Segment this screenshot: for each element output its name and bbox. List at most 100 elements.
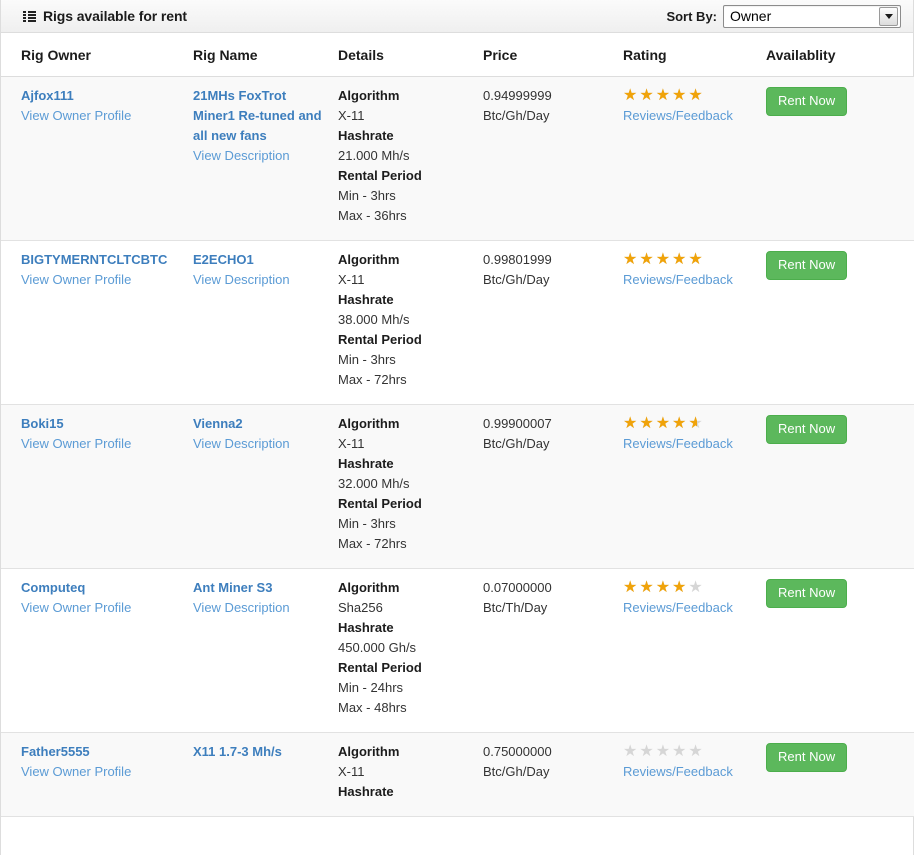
panel-title-group: Rigs available for rent — [23, 8, 187, 24]
detail-label-hashrate: Hashrate — [338, 620, 394, 635]
view-description-link[interactable]: View Description — [193, 146, 330, 166]
cell-availablity: Rent Now — [766, 732, 914, 817]
rating-stars: ★★★★★★★★★★ — [623, 88, 705, 104]
detail-value-rental-max: Max - 36hrs — [338, 208, 407, 223]
reviews-feedback-link[interactable]: Reviews/Feedback — [623, 271, 758, 289]
cell-rating: ★★★★★★★★★★ Reviews/Feedback — [623, 732, 766, 817]
star-filled-icon: ★★★★★ — [623, 88, 705, 104]
chevron-down-icon[interactable] — [879, 6, 898, 26]
rig-name-link[interactable]: X11 1.7-3 Mh/s — [193, 742, 330, 762]
owner-name-link[interactable]: Computeq — [21, 578, 185, 598]
rigs-table: Rig Owner Rig Name Details Price Rating … — [1, 33, 914, 817]
owner-name-link[interactable]: BIGTYMERNTCLTCBTC — [21, 250, 185, 270]
cell-rig-name: Ant Miner S3 View Description — [193, 568, 338, 733]
detail-value-hashrate: 32.000 Mh/s — [338, 476, 410, 491]
cell-availablity: Rent Now — [766, 568, 914, 733]
star-filled-icon: ★★★★★ — [623, 252, 705, 268]
reviews-feedback-link[interactable]: Reviews/Feedback — [623, 599, 758, 617]
view-description-link[interactable]: View Description — [193, 434, 330, 454]
detail-value-rental-min: Min - 3hrs — [338, 516, 396, 531]
cell-price: 0.07000000 Btc/Th/Day — [483, 568, 623, 733]
view-owner-profile-link[interactable]: View Owner Profile — [21, 434, 185, 454]
column-header-rating: Rating — [623, 33, 766, 77]
cell-rig-name: 21MHs FoxTrot Miner1 Re-tuned and all ne… — [193, 76, 338, 241]
table-header-row: Rig Owner Rig Name Details Price Rating … — [1, 33, 914, 77]
view-description-link[interactable]: View Description — [193, 598, 330, 618]
rig-name-link[interactable]: Ant Miner S3 — [193, 578, 330, 598]
sort-by-select[interactable]: Owner — [723, 4, 901, 28]
rent-now-button[interactable]: Rent Now — [766, 743, 848, 772]
sort-by-label: Sort By: — [666, 8, 717, 24]
view-owner-profile-link[interactable]: View Owner Profile — [21, 106, 185, 126]
cell-rating: ★★★★★★★★★★ Reviews/Feedback — [623, 404, 766, 569]
view-description-link[interactable]: View Description — [193, 270, 330, 290]
detail-value-algorithm: Sha256 — [338, 600, 383, 615]
reviews-feedback-link[interactable]: Reviews/Feedback — [623, 435, 758, 453]
reviews-feedback-link[interactable]: Reviews/Feedback — [623, 107, 758, 125]
cell-details: Algorithm X-11 Hashrate 21.000 Mh/s Rental P… — [338, 76, 483, 241]
detail-value-algorithm: X-11 — [338, 272, 365, 287]
cell-rig-owner: Father5555 View Owner Profile — [1, 732, 193, 817]
cell-rating: ★★★★★★★★★★ Reviews/Feedback — [623, 240, 766, 405]
rent-now-button[interactable]: Rent Now — [766, 87, 848, 116]
rating-stars: ★★★★★★★★★★ — [623, 580, 705, 596]
rig-name-link[interactable]: 21MHs FoxTrot Miner1 Re-tuned and all ne… — [193, 86, 330, 146]
detail-label-algorithm: Algorithm — [338, 88, 400, 103]
column-header-price: Price — [483, 33, 623, 77]
detail-value-hashrate: 450.000 Gh/s — [338, 640, 417, 655]
price-unit: Btc/Th/Day — [483, 600, 548, 615]
view-owner-profile-link[interactable]: View Owner Profile — [21, 598, 185, 618]
price-amount: 0.99801999 — [483, 252, 552, 267]
list-icon — [23, 11, 36, 23]
detail-value-rental-min: Min - 3hrs — [338, 188, 396, 203]
panel-heading: Rigs available for rent Sort By: Owner — [1, 0, 913, 33]
detail-value-rental-max: Max - 72hrs — [338, 372, 407, 387]
cell-availablity: Rent Now — [766, 240, 914, 405]
detail-label-algorithm: Algorithm — [338, 580, 400, 595]
cell-details: Algorithm X-11 Hashrate 38.000 Mh/s Rental P… — [338, 240, 483, 405]
cell-rig-name: E2ECHO1 View Description — [193, 240, 338, 405]
cell-rig-owner: Computeq View Owner Profile — [1, 568, 193, 733]
cell-details: Algorithm Sha256 Hashrate 450.000 Gh/s Renta… — [338, 568, 483, 733]
page-title: Rigs available for rent — [43, 8, 187, 24]
owner-name-link[interactable]: Boki15 — [21, 414, 185, 434]
detail-label-rental-period: Rental Period — [338, 332, 422, 347]
table-header: Rig Owner Rig Name Details Price Rating … — [1, 33, 914, 77]
rig-name-link[interactable]: E2ECHO1 — [193, 250, 330, 270]
detail-value-algorithm: X-11 — [338, 436, 365, 451]
cell-rig-owner: Ajfox111 View Owner Profile — [1, 76, 193, 241]
view-owner-profile-link[interactable]: View Owner Profile — [21, 270, 185, 290]
rig-name-link[interactable]: Vienna2 — [193, 414, 330, 434]
reviews-feedback-link[interactable]: Reviews/Feedback — [623, 763, 758, 781]
cell-rating: ★★★★★★★★★★ Reviews/Feedback — [623, 568, 766, 733]
price-unit: Btc/Gh/Day — [483, 108, 550, 123]
table-row: Computeq View Owner Profile Ant Miner S3 Vi… — [1, 568, 914, 733]
view-owner-profile-link[interactable]: View Owner Profile — [21, 762, 185, 782]
cell-rig-owner: BIGTYMERNTCLTCBTC View Owner Profile — [1, 240, 193, 405]
cell-price: 0.94999999 Btc/Gh/Day — [483, 76, 623, 241]
cell-details: Algorithm X-11 Hashrate — [338, 732, 483, 817]
star-filled-icon: ★★★★★ — [623, 416, 697, 432]
rent-now-button[interactable]: Rent Now — [766, 579, 848, 608]
table-row: Father5555 View Owner Profile X11 1.7-3 Mh… — [1, 732, 914, 817]
price-amount: 0.75000000 — [483, 744, 552, 759]
rent-now-button[interactable]: Rent Now — [766, 251, 848, 280]
star-filled-icon: ★★★★★ — [623, 580, 689, 596]
detail-value-hashrate: 38.000 Mh/s — [338, 312, 410, 327]
detail-label-hashrate: Hashrate — [338, 128, 394, 143]
owner-name-link[interactable]: Ajfox111 — [21, 86, 185, 106]
column-header-rig-name: Rig Name — [193, 33, 338, 77]
owner-name-link[interactable]: Father5555 — [21, 742, 185, 762]
price-unit: Btc/Gh/Day — [483, 436, 550, 451]
price-unit: Btc/Gh/Day — [483, 272, 550, 287]
detail-value-hashrate: 21.000 Mh/s — [338, 148, 410, 163]
detail-label-hashrate: Hashrate — [338, 784, 394, 799]
rent-now-button[interactable]: Rent Now — [766, 415, 848, 444]
detail-value-rental-max: Max - 72hrs — [338, 536, 407, 551]
table-row: BIGTYMERNTCLTCBTC View Owner Profile E2ECH… — [1, 240, 914, 405]
price-amount: 0.07000000 — [483, 580, 552, 595]
detail-label-hashrate: Hashrate — [338, 292, 394, 307]
cell-rig-name: X11 1.7-3 Mh/s — [193, 732, 338, 817]
table-row: Boki15 View Owner Profile Vienna2 View Desc… — [1, 404, 914, 569]
sort-by-value: Owner — [730, 8, 772, 24]
